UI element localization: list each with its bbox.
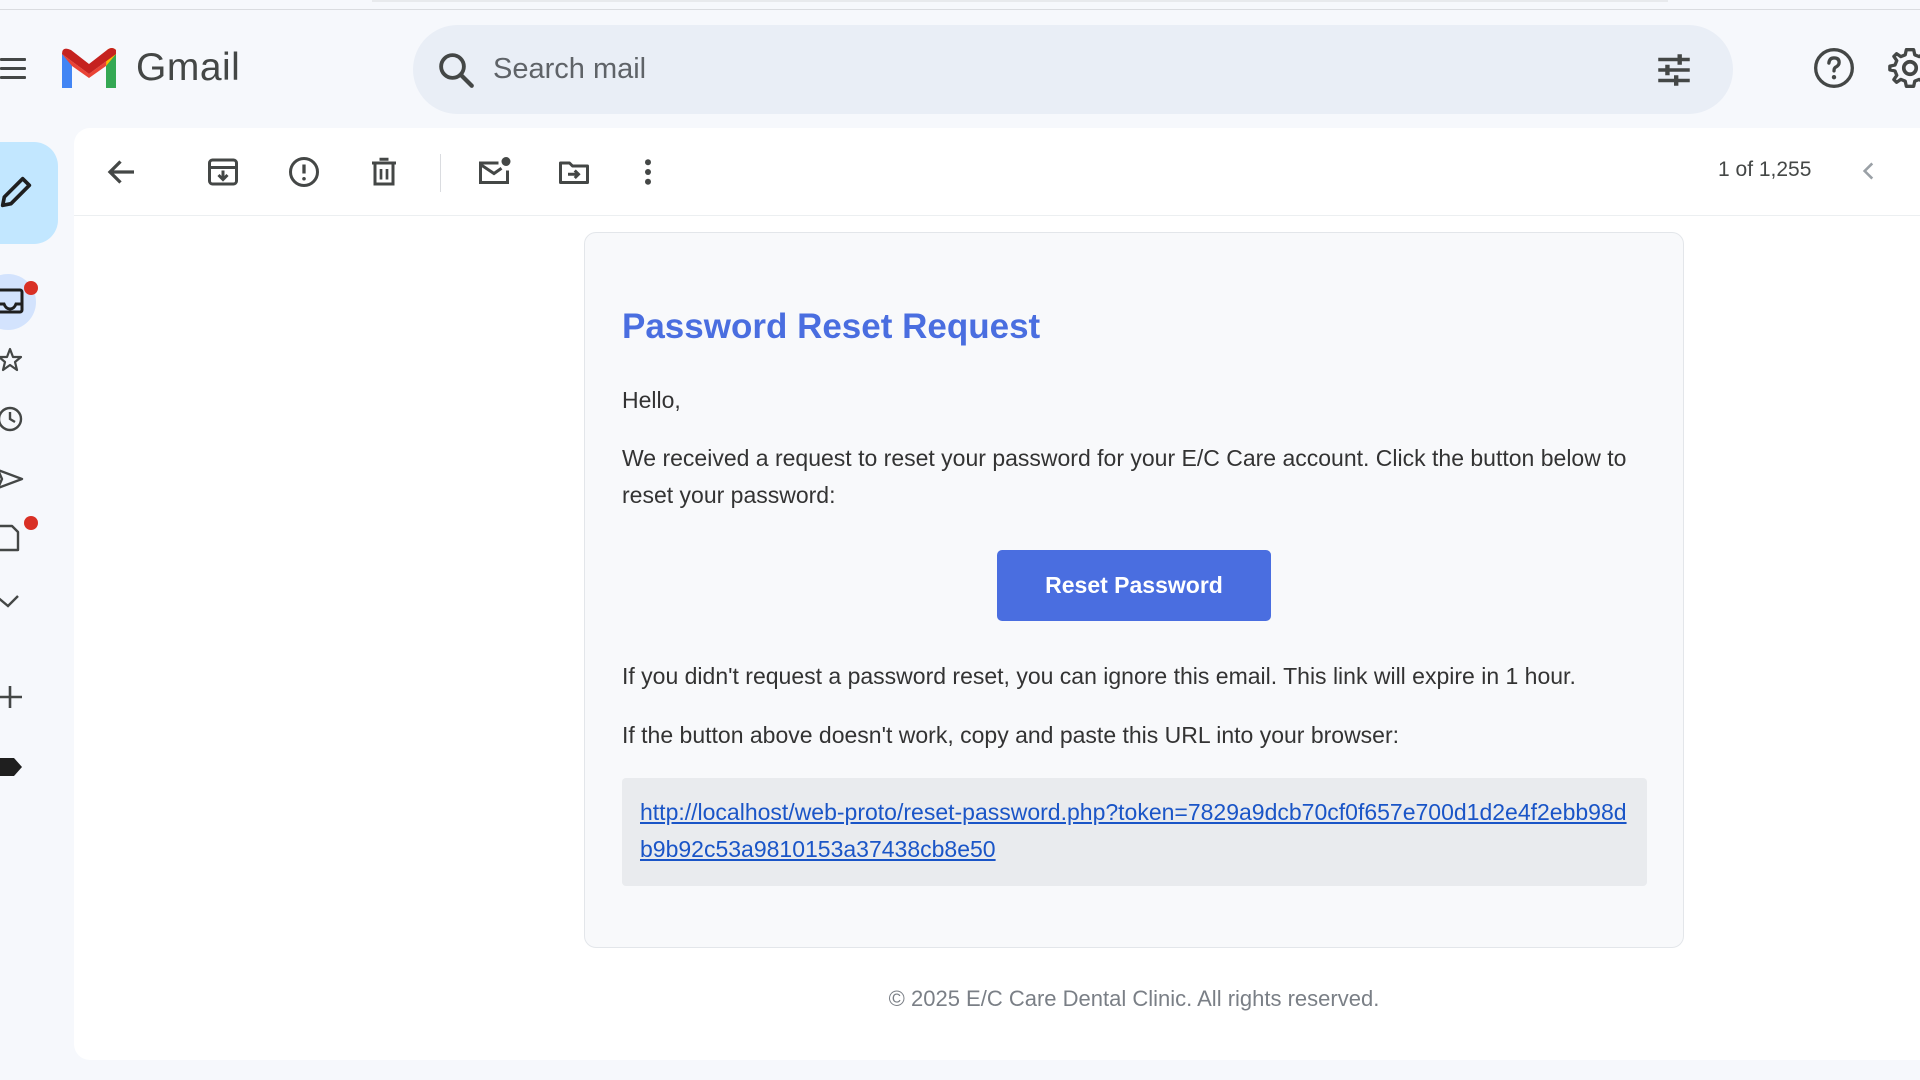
tune-icon[interactable] [1653, 49, 1695, 91]
move-to-icon[interactable] [556, 154, 592, 190]
compose-button[interactable] [0, 142, 58, 244]
inbox-icon [0, 288, 24, 314]
sidebar-item-snoozed[interactable] [0, 400, 40, 440]
browser-top-edge [0, 0, 1920, 10]
email-greeting: Hello, [622, 387, 681, 413]
sidebar-item-label[interactable] [0, 748, 40, 788]
email-card: Password Reset Request Hello, We receive… [584, 232, 1684, 948]
message-toolbar [74, 128, 1920, 216]
reset-url-link[interactable]: http://localhost/web-proto/reset-passwor… [640, 794, 1630, 868]
create-label-button[interactable] [0, 678, 40, 718]
label-icon [0, 758, 22, 776]
email-body-copy-url: If the button above doesn't work, copy a… [622, 722, 1400, 748]
gmail-brand-text: Gmail [136, 46, 241, 89]
trash-icon[interactable] [366, 154, 402, 190]
mark-unread-icon[interactable] [476, 154, 512, 190]
more-vert-icon[interactable] [630, 154, 666, 190]
email-footer: © 2025 E/C Care Dental Clinic. All right… [888, 986, 1380, 1011]
email-title: Password Reset Request [622, 307, 1041, 346]
sidebar-item-sent[interactable] [0, 460, 40, 500]
reset-password-button[interactable]: Reset Password [997, 550, 1271, 621]
url-box: http://localhost/web-proto/reset-passwor… [622, 778, 1647, 886]
gear-icon[interactable] [1888, 46, 1920, 90]
pagination-count: 1 of 1,255 [1718, 158, 1812, 181]
drafts-badge [24, 516, 38, 530]
send-icon [0, 469, 24, 489]
menu-icon[interactable] [0, 58, 26, 80]
star-icon [0, 347, 23, 372]
help-icon[interactable] [1812, 46, 1856, 90]
archive-icon[interactable] [205, 154, 241, 190]
email-body-ignore: If you didn't request a password reset, … [622, 663, 1576, 689]
report-spam-icon[interactable] [286, 154, 322, 190]
inbox-badge [24, 281, 38, 295]
search-icon[interactable] [435, 49, 477, 91]
search-input[interactable] [493, 43, 1593, 95]
sidebar-item-starred[interactable] [0, 342, 40, 382]
search-bar[interactable] [413, 25, 1733, 114]
chevron-down-icon [0, 595, 19, 608]
pencil-icon [0, 176, 32, 208]
sidebar-item-more[interactable] [0, 580, 40, 620]
clock-icon [0, 406, 23, 432]
email-body-intro: We received a request to reset your pass… [622, 445, 1627, 508]
draft-icon [0, 524, 20, 552]
plus-icon [0, 686, 22, 708]
gmail-logo-icon[interactable] [58, 44, 120, 92]
chevron-left-icon[interactable] [1856, 158, 1882, 184]
back-arrow-icon[interactable] [104, 154, 140, 190]
toolbar-divider [440, 154, 441, 192]
